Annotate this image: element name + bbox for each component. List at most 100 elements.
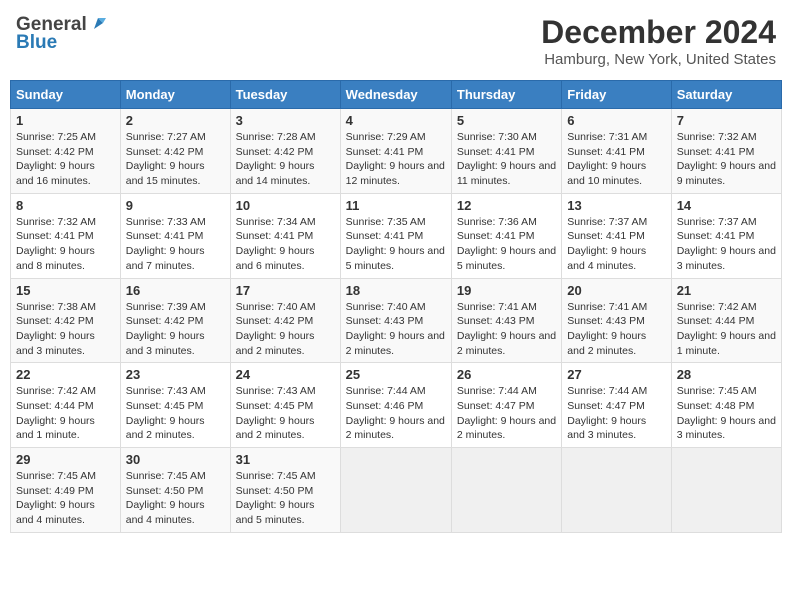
- day-number: 27: [567, 367, 665, 382]
- header-sunday: Sunday: [11, 81, 121, 109]
- table-row: [451, 448, 561, 533]
- day-info: Sunrise: 7:32 AM Sunset: 4:41 PM Dayligh…: [677, 130, 776, 189]
- day-number: 5: [457, 113, 556, 128]
- table-row: 17 Sunrise: 7:40 AM Sunset: 4:42 PM Dayl…: [230, 278, 340, 363]
- table-row: 11 Sunrise: 7:35 AM Sunset: 4:41 PM Dayl…: [340, 193, 451, 278]
- table-row: 7 Sunrise: 7:32 AM Sunset: 4:41 PM Dayli…: [671, 109, 781, 194]
- day-number: 3: [236, 113, 335, 128]
- header-tuesday: Tuesday: [230, 81, 340, 109]
- day-number: 22: [16, 367, 115, 382]
- day-number: 1: [16, 113, 115, 128]
- day-number: 25: [346, 367, 446, 382]
- day-number: 13: [567, 198, 665, 213]
- day-info: Sunrise: 7:42 AM Sunset: 4:44 PM Dayligh…: [677, 300, 776, 359]
- table-row: [340, 448, 451, 533]
- day-number: 9: [126, 198, 225, 213]
- day-number: 4: [346, 113, 446, 128]
- table-row: [671, 448, 781, 533]
- location: Hamburg, New York, United States: [541, 51, 776, 68]
- day-number: 7: [677, 113, 776, 128]
- day-info: Sunrise: 7:31 AM Sunset: 4:41 PM Dayligh…: [567, 130, 665, 189]
- calendar-header: Sunday Monday Tuesday Wednesday Thursday…: [11, 81, 782, 109]
- day-info: Sunrise: 7:41 AM Sunset: 4:43 PM Dayligh…: [457, 300, 556, 359]
- calendar-body: 1 Sunrise: 7:25 AM Sunset: 4:42 PM Dayli…: [11, 109, 782, 533]
- table-row: 13 Sunrise: 7:37 AM Sunset: 4:41 PM Dayl…: [562, 193, 671, 278]
- day-number: 6: [567, 113, 665, 128]
- day-info: Sunrise: 7:27 AM Sunset: 4:42 PM Dayligh…: [126, 130, 225, 189]
- day-info: Sunrise: 7:41 AM Sunset: 4:43 PM Dayligh…: [567, 300, 665, 359]
- header-friday: Friday: [562, 81, 671, 109]
- header-thursday: Thursday: [451, 81, 561, 109]
- day-info: Sunrise: 7:40 AM Sunset: 4:42 PM Dayligh…: [236, 300, 335, 359]
- day-number: 12: [457, 198, 556, 213]
- table-row: 8 Sunrise: 7:32 AM Sunset: 4:41 PM Dayli…: [11, 193, 121, 278]
- table-row: 15 Sunrise: 7:38 AM Sunset: 4:42 PM Dayl…: [11, 278, 121, 363]
- logo: General Blue: [16, 14, 107, 54]
- day-number: 28: [677, 367, 776, 382]
- table-row: 10 Sunrise: 7:34 AM Sunset: 4:41 PM Dayl…: [230, 193, 340, 278]
- day-info: Sunrise: 7:45 AM Sunset: 4:50 PM Dayligh…: [126, 469, 225, 528]
- day-info: Sunrise: 7:37 AM Sunset: 4:41 PM Dayligh…: [567, 215, 665, 274]
- day-number: 8: [16, 198, 115, 213]
- day-info: Sunrise: 7:39 AM Sunset: 4:42 PM Dayligh…: [126, 300, 225, 359]
- day-info: Sunrise: 7:44 AM Sunset: 4:46 PM Dayligh…: [346, 384, 446, 443]
- day-info: Sunrise: 7:42 AM Sunset: 4:44 PM Dayligh…: [16, 384, 115, 443]
- table-row: 24 Sunrise: 7:43 AM Sunset: 4:45 PM Dayl…: [230, 363, 340, 448]
- day-info: Sunrise: 7:40 AM Sunset: 4:43 PM Dayligh…: [346, 300, 446, 359]
- table-row: 18 Sunrise: 7:40 AM Sunset: 4:43 PM Dayl…: [340, 278, 451, 363]
- day-number: 21: [677, 283, 776, 298]
- table-row: 21 Sunrise: 7:42 AM Sunset: 4:44 PM Dayl…: [671, 278, 781, 363]
- day-info: Sunrise: 7:35 AM Sunset: 4:41 PM Dayligh…: [346, 215, 446, 274]
- table-row: 4 Sunrise: 7:29 AM Sunset: 4:41 PM Dayli…: [340, 109, 451, 194]
- day-number: 2: [126, 113, 225, 128]
- logo-icon: [89, 15, 107, 33]
- table-row: 23 Sunrise: 7:43 AM Sunset: 4:45 PM Dayl…: [120, 363, 230, 448]
- table-row: 6 Sunrise: 7:31 AM Sunset: 4:41 PM Dayli…: [562, 109, 671, 194]
- table-row: 9 Sunrise: 7:33 AM Sunset: 4:41 PM Dayli…: [120, 193, 230, 278]
- month-title: December 2024: [541, 14, 776, 51]
- day-info: Sunrise: 7:29 AM Sunset: 4:41 PM Dayligh…: [346, 130, 446, 189]
- logo-blue: Blue: [16, 32, 57, 54]
- day-info: Sunrise: 7:34 AM Sunset: 4:41 PM Dayligh…: [236, 215, 335, 274]
- table-row: 27 Sunrise: 7:44 AM Sunset: 4:47 PM Dayl…: [562, 363, 671, 448]
- title-section: December 2024 Hamburg, New York, United …: [541, 14, 776, 68]
- day-info: Sunrise: 7:32 AM Sunset: 4:41 PM Dayligh…: [16, 215, 115, 274]
- table-row: 30 Sunrise: 7:45 AM Sunset: 4:50 PM Dayl…: [120, 448, 230, 533]
- day-number: 29: [16, 452, 115, 467]
- day-number: 31: [236, 452, 335, 467]
- day-info: Sunrise: 7:43 AM Sunset: 4:45 PM Dayligh…: [126, 384, 225, 443]
- table-row: 25 Sunrise: 7:44 AM Sunset: 4:46 PM Dayl…: [340, 363, 451, 448]
- day-number: 15: [16, 283, 115, 298]
- header-wednesday: Wednesday: [340, 81, 451, 109]
- day-info: Sunrise: 7:45 AM Sunset: 4:48 PM Dayligh…: [677, 384, 776, 443]
- table-row: 22 Sunrise: 7:42 AM Sunset: 4:44 PM Dayl…: [11, 363, 121, 448]
- day-info: Sunrise: 7:36 AM Sunset: 4:41 PM Dayligh…: [457, 215, 556, 274]
- day-number: 14: [677, 198, 776, 213]
- day-number: 23: [126, 367, 225, 382]
- header-monday: Monday: [120, 81, 230, 109]
- day-number: 26: [457, 367, 556, 382]
- day-info: Sunrise: 7:43 AM Sunset: 4:45 PM Dayligh…: [236, 384, 335, 443]
- day-info: Sunrise: 7:30 AM Sunset: 4:41 PM Dayligh…: [457, 130, 556, 189]
- day-info: Sunrise: 7:25 AM Sunset: 4:42 PM Dayligh…: [16, 130, 115, 189]
- table-row: 20 Sunrise: 7:41 AM Sunset: 4:43 PM Dayl…: [562, 278, 671, 363]
- day-info: Sunrise: 7:44 AM Sunset: 4:47 PM Dayligh…: [457, 384, 556, 443]
- page-header: General Blue December 2024 Hamburg, New …: [10, 10, 782, 72]
- day-number: 20: [567, 283, 665, 298]
- day-info: Sunrise: 7:45 AM Sunset: 4:50 PM Dayligh…: [236, 469, 335, 528]
- table-row: 3 Sunrise: 7:28 AM Sunset: 4:42 PM Dayli…: [230, 109, 340, 194]
- table-row: 19 Sunrise: 7:41 AM Sunset: 4:43 PM Dayl…: [451, 278, 561, 363]
- day-info: Sunrise: 7:37 AM Sunset: 4:41 PM Dayligh…: [677, 215, 776, 274]
- table-row: 29 Sunrise: 7:45 AM Sunset: 4:49 PM Dayl…: [11, 448, 121, 533]
- table-row: 16 Sunrise: 7:39 AM Sunset: 4:42 PM Dayl…: [120, 278, 230, 363]
- table-row: 31 Sunrise: 7:45 AM Sunset: 4:50 PM Dayl…: [230, 448, 340, 533]
- table-row: 14 Sunrise: 7:37 AM Sunset: 4:41 PM Dayl…: [671, 193, 781, 278]
- table-row: 12 Sunrise: 7:36 AM Sunset: 4:41 PM Dayl…: [451, 193, 561, 278]
- day-number: 30: [126, 452, 225, 467]
- table-row: 1 Sunrise: 7:25 AM Sunset: 4:42 PM Dayli…: [11, 109, 121, 194]
- table-row: 5 Sunrise: 7:30 AM Sunset: 4:41 PM Dayli…: [451, 109, 561, 194]
- calendar: Sunday Monday Tuesday Wednesday Thursday…: [10, 80, 782, 533]
- day-number: 18: [346, 283, 446, 298]
- day-number: 19: [457, 283, 556, 298]
- day-number: 10: [236, 198, 335, 213]
